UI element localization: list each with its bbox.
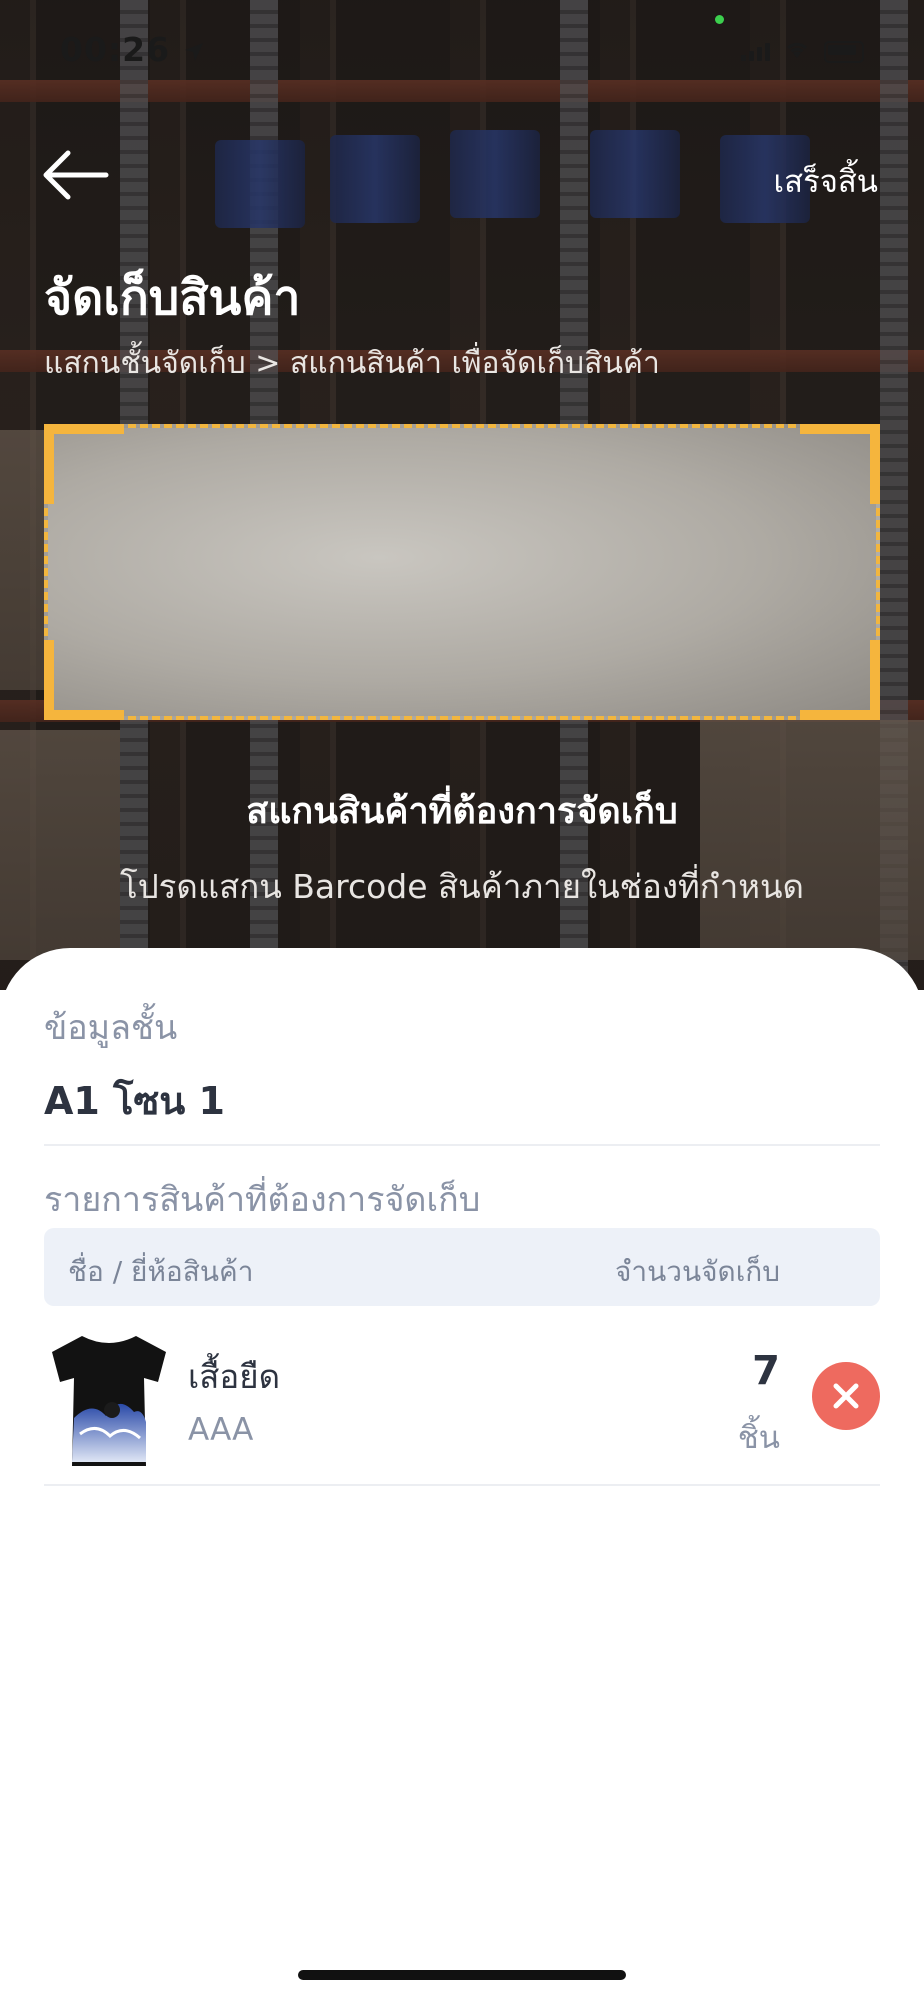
status-icons	[741, 40, 864, 64]
item-quantity: 7	[752, 1348, 780, 1394]
item-unit: ชิ้น	[737, 1420, 780, 1456]
item-name: เสื้อยืด	[188, 1357, 281, 1396]
back-button[interactable]	[40, 145, 112, 205]
remove-item-button[interactable]	[812, 1362, 880, 1430]
column-header-quantity: จำนวนจัดเก็บ	[614, 1255, 780, 1288]
frame-corner	[44, 424, 124, 504]
divider	[44, 1144, 880, 1146]
product-list-label: รายการสินค้าที่ต้องการจัดเก็บ	[44, 1180, 481, 1220]
tshirt-wave-print-image	[44, 1330, 174, 1470]
home-indicator[interactable]	[298, 1970, 626, 1980]
page-title: จัดเก็บสินค้า	[44, 270, 301, 326]
table-row: เสื้อยืด AAA 7 ชิ้น	[44, 1320, 880, 1484]
close-icon	[812, 1383, 880, 1434]
divider	[44, 1484, 880, 1486]
shelf-info-label: ข้อมูลชั้น	[44, 1008, 178, 1048]
frame-corner	[800, 640, 880, 720]
scan-title: สแกนสินค้าที่ต้องการจัดเก็บ	[246, 791, 678, 832]
breadcrumb: แสกนชั้นจัดเก็บ > สแกนสินค้า เพื่อจัดเก็…	[44, 346, 660, 381]
table-header: ชื่อ / ยี่ห้อสินค้า จำนวนจัดเก็บ	[44, 1228, 880, 1306]
battery-icon	[824, 41, 864, 63]
privacy-indicator	[715, 15, 724, 24]
location-arrow-icon	[183, 32, 205, 71]
scan-instruction: โปรดแสกน Barcode สินค้าภายในช่องที่กำหนด	[120, 867, 804, 906]
cellular-signal-icon	[741, 43, 770, 61]
arrow-left-icon	[40, 150, 112, 209]
item-brand: AAA	[188, 1412, 254, 1448]
barcode-scan-frame	[44, 424, 880, 720]
column-header-name: ชื่อ / ยี่ห้อสินค้า	[68, 1255, 254, 1288]
frame-corner	[44, 640, 124, 720]
wifi-icon	[784, 40, 810, 64]
done-button[interactable]: เสร็จสิ้น	[774, 156, 878, 206]
frame-corner	[800, 424, 880, 504]
shelf-info-value: A1 โซน 1	[44, 1079, 225, 1123]
status-time: 00:26	[60, 30, 205, 71]
